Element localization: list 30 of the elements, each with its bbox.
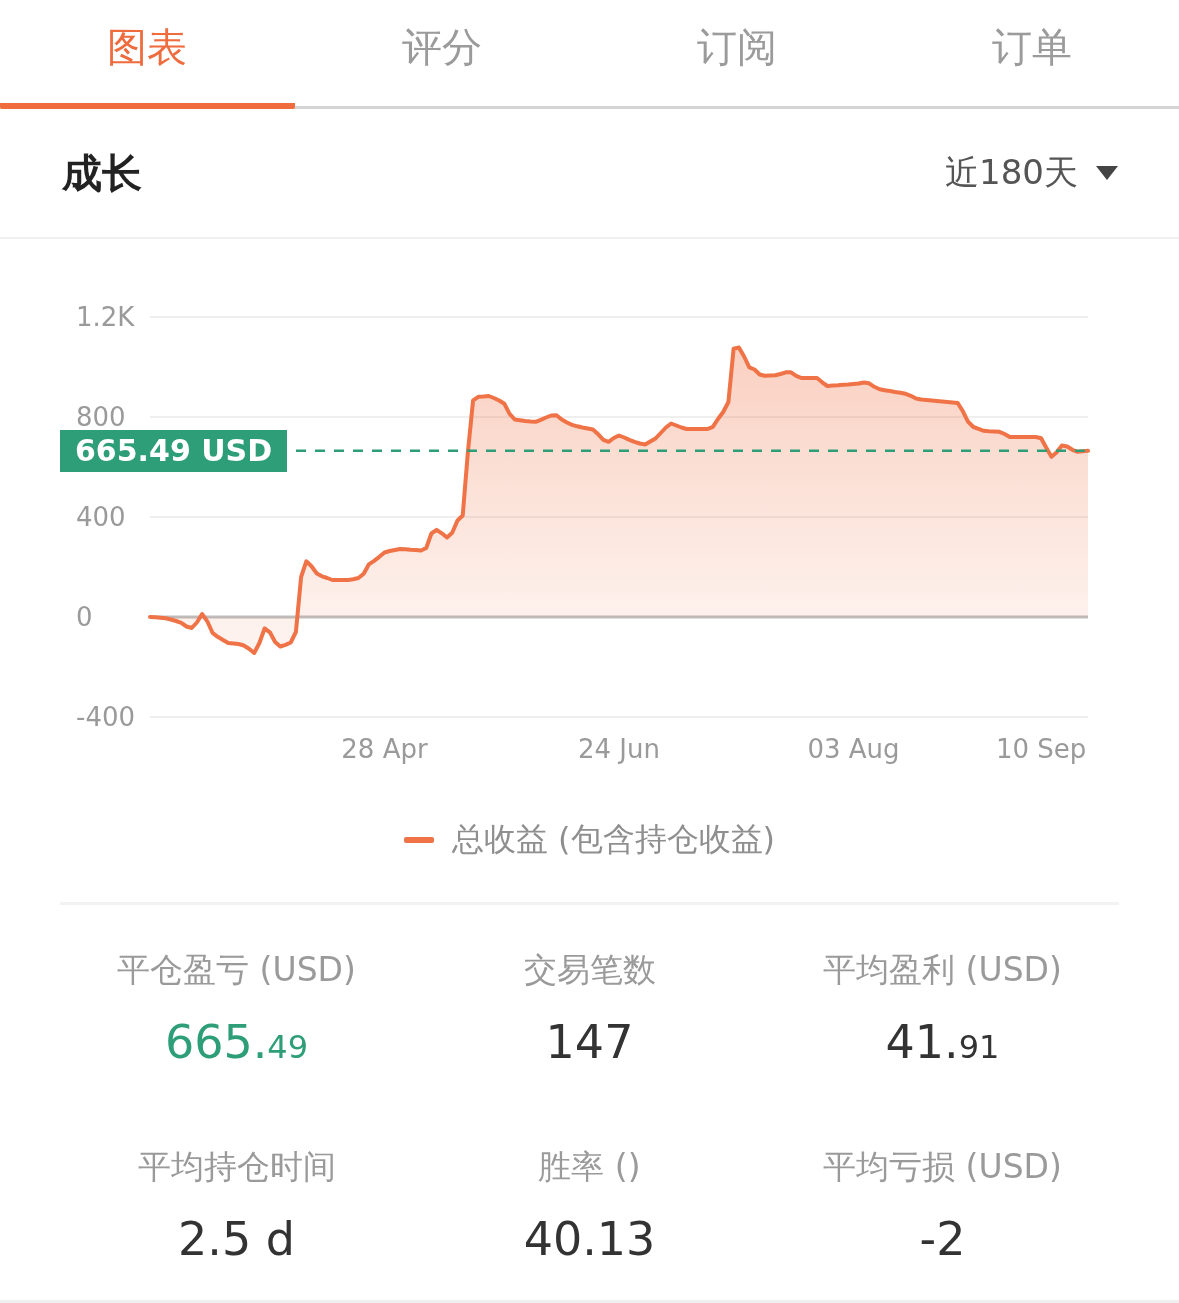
value-badge: 665.49 USD xyxy=(60,429,288,472)
stat-label: 交易笔数 xyxy=(523,949,656,991)
stat-label: 平仓盈亏 (USD) xyxy=(117,949,356,991)
axis-tick-label: 800 xyxy=(76,402,126,432)
caret-down-icon xyxy=(1096,166,1118,180)
section-title: 成长 xyxy=(62,148,142,198)
stat-value: -2 xyxy=(919,1211,966,1267)
tab[interactable]: 订阅 xyxy=(589,0,885,109)
stat-value: 147 xyxy=(545,1014,634,1070)
axis-tick-label: -400 xyxy=(76,702,135,732)
axis-tick-label: 10 Sep xyxy=(995,734,1087,764)
stat-label: 胜率 () xyxy=(538,1146,641,1188)
stat-value: 665.49 xyxy=(164,1014,309,1071)
stat-value: 40.13 xyxy=(523,1211,656,1267)
tab[interactable]: 订单 xyxy=(884,0,1179,109)
stat-label: 平均盈利 (USD) xyxy=(823,949,1062,991)
period-dropdown[interactable]: 近180天 xyxy=(945,150,1118,196)
legend-label: 总收益 (包含持仓收益) xyxy=(451,819,776,860)
axis-tick-label: 24 Jun xyxy=(578,734,660,764)
stat-value: 41.91 xyxy=(885,1014,1000,1071)
tab[interactable]: 图表 xyxy=(0,0,295,109)
stat-value: 2.5 d xyxy=(178,1211,295,1267)
axis-tick-label: 0 xyxy=(76,602,93,632)
axis-tick-label: 400 xyxy=(76,502,126,532)
axis-tick-label: 28 Apr xyxy=(341,734,428,764)
axis-tick-label: 03 Aug xyxy=(807,734,900,764)
stat-label: 平均亏损 (USD) xyxy=(823,1146,1062,1188)
tab[interactable]: 评分 xyxy=(294,0,590,109)
stat-label: 平均持仓时间 xyxy=(137,1146,336,1188)
axis-tick-label: 1.2K xyxy=(76,302,135,332)
